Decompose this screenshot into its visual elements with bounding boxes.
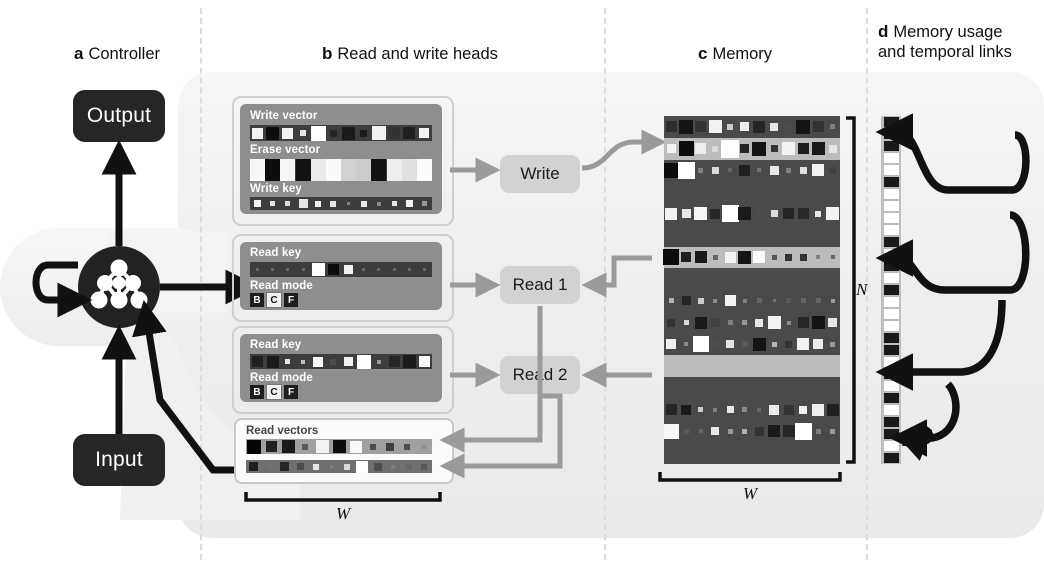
temporal-link-arrows [875, 113, 1030, 461]
diagram-canvas: a Controller b Read and write heads c Memor… [0, 0, 1044, 575]
